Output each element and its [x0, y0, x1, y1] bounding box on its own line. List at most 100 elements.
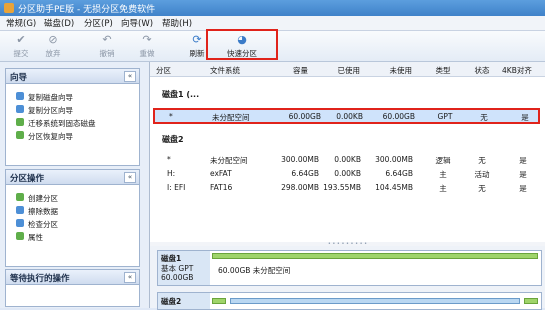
table-header: 分区 文件系统 容量 已使用 未使用 类型 状态 4KB对齐 [150, 62, 545, 77]
col-4k-aligned[interactable]: 4KB对齐 [502, 65, 532, 76]
undo-icon: ↶ [102, 33, 112, 46]
table-row[interactable]: I: EFI FAT16 298.00MB 193.55MB 104.45MB … [150, 181, 545, 194]
sidebar-item-label: 检查分区 [28, 220, 58, 229]
menu-partition[interactable]: 分区(P) [84, 17, 113, 29]
check-partition-icon [16, 219, 24, 227]
sidebar-item-copy-partition[interactable]: 复制分区向导 [6, 103, 139, 116]
col-used[interactable]: 已使用 [328, 65, 361, 76]
discard-button[interactable]: ⊘ 放弃 [38, 31, 68, 61]
col-type[interactable]: 类型 [431, 65, 455, 76]
cell-partition: H: [167, 169, 176, 178]
create-partition-icon [16, 193, 24, 201]
disk2-segment [230, 298, 520, 304]
unallocated-strip [212, 253, 538, 259]
sidebar-item-properties[interactable]: 属性 [6, 230, 139, 243]
migrate-os-icon [16, 118, 24, 126]
table-row[interactable]: * 未分配空间 60.00GB 0.00KB 60.00GB GPT 无 是 [153, 108, 540, 124]
col-partition[interactable]: 分区 [156, 65, 171, 76]
cell-capacity: 300.00MB [281, 155, 319, 164]
redo-button[interactable]: ↷ 重做 [132, 31, 162, 61]
cell-unused: 60.00GB [382, 112, 415, 121]
partition-ops-panel-title: 分区操作 [10, 174, 45, 184]
disk2-map[interactable]: 磁盘2 [157, 292, 542, 310]
disk2-title[interactable]: 磁盘2 [162, 134, 184, 145]
sidebar-item-label: 复制磁盘向导 [28, 93, 73, 102]
col-capacity[interactable]: 容量 [278, 65, 308, 76]
commit-icon: ✔ [16, 33, 26, 46]
disk1-map-size: 60.00GB [161, 273, 194, 282]
commit-label: 提交 [13, 49, 29, 58]
copy-partition-icon [16, 105, 24, 113]
window-title: 分区助手PE版 - 无损分区免费软件 [18, 5, 156, 15]
sidebar-item-label: 复制分区向导 [28, 106, 73, 115]
disk1-partition-bar[interactable]: 60.00GB 未分配空间 [212, 253, 538, 283]
quick-partition-highlight [206, 29, 278, 60]
sidebar-item-partition-recovery[interactable]: 分区恢复向导 [6, 129, 139, 142]
discard-label: 放弃 [45, 49, 61, 58]
table-row[interactable]: * 未分配空间 300.00MB 0.00KB 300.00MB 逻辑 无 是 [150, 153, 545, 166]
pending-ops-panel: 等待执行的操作 « [5, 269, 140, 307]
cell-status: 无 [478, 184, 486, 193]
cell-type: 主 [439, 170, 447, 179]
cell-partition: * [169, 112, 173, 121]
sidebar-item-label: 创建分区 [28, 194, 58, 203]
cell-filesystem: 未分配空间 [210, 156, 248, 165]
cell-status: 无 [478, 156, 486, 165]
sidebar-item-copy-disk[interactable]: 复制磁盘向导 [6, 90, 139, 103]
cell-filesystem: exFAT [210, 169, 232, 178]
disk2-partition-bar[interactable] [212, 295, 538, 307]
menu-general[interactable]: 常规(G) [6, 17, 36, 29]
cell-used: 0.00KB [334, 169, 361, 178]
col-filesystem[interactable]: 文件系统 [210, 65, 240, 76]
menu-help[interactable]: 帮助(H) [162, 17, 192, 29]
disk2-segment [212, 298, 226, 304]
partition-ops-panel-header[interactable]: 分区操作 « [6, 170, 139, 185]
cell-4k-aligned: 是 [521, 113, 529, 122]
col-unused[interactable]: 未使用 [378, 65, 413, 76]
cell-capacity: 298.00MB [281, 183, 319, 192]
undo-label: 撤销 [99, 49, 115, 58]
disk2-segment [524, 298, 538, 304]
disk1-map[interactable]: 磁盘1 基本 GPT 60.00GB 60.00GB 未分配空间 [157, 250, 542, 286]
collapse-icon[interactable]: « [124, 272, 136, 283]
col-status[interactable]: 状态 [470, 65, 494, 76]
sidebar-item-label: 分区恢复向导 [28, 132, 73, 141]
pending-ops-panel-header[interactable]: 等待执行的操作 « [6, 270, 139, 285]
cell-4k-aligned: 是 [519, 170, 527, 179]
wizard-panel: 向导 « 复制磁盘向导 复制分区向导 迁移系统到固态磁盘 分区恢复向导 [5, 68, 140, 166]
disk1-partition-label: 60.00GB 未分配空间 [218, 266, 291, 275]
sidebar-item-check-partition[interactable]: 检查分区 [6, 217, 139, 230]
table-row[interactable]: H: exFAT 6.64GB 0.00KB 6.64GB 主 活动 是 [150, 167, 545, 180]
app-icon [4, 3, 14, 13]
sidebar-item-migrate-os[interactable]: 迁移系统到固态磁盘 [6, 116, 139, 129]
copy-disk-icon [16, 92, 24, 100]
disk2-map-name: 磁盘2 [161, 297, 182, 306]
partition-recovery-icon [16, 131, 24, 139]
cell-filesystem: 未分配空间 [212, 113, 250, 122]
disk-map-area: 磁盘1 基本 GPT 60.00GB 60.00GB 未分配空间 磁盘2 [150, 246, 545, 310]
commit-button[interactable]: ✔ 提交 [6, 31, 36, 61]
sidebar: 向导 « 复制磁盘向导 复制分区向导 迁移系统到固态磁盘 分区恢复向导 分区操作… [0, 62, 150, 308]
disk1-title[interactable]: 磁盘1 (... [162, 89, 199, 100]
disk2-info: 磁盘2 [158, 293, 210, 309]
wizard-panel-title: 向导 [10, 73, 28, 83]
cell-capacity: 6.64GB [291, 169, 319, 178]
wipe-data-icon [16, 206, 24, 214]
undo-button[interactable]: ↶ 撤销 [92, 31, 122, 61]
partition-ops-panel: 分区操作 « 创建分区 擦除数据 检查分区 属性 [5, 169, 140, 267]
title-bar: 分区助手PE版 - 无损分区免费软件 [0, 0, 545, 16]
cell-unused: 104.45MB [375, 183, 413, 192]
cell-status: 无 [480, 113, 488, 122]
cell-type: GPT [437, 112, 453, 121]
disk1-info: 磁盘1 基本 GPT 60.00GB [158, 251, 210, 285]
sidebar-item-create-partition[interactable]: 创建分区 [6, 191, 139, 204]
cell-used: 0.00KB [334, 155, 361, 164]
collapse-icon[interactable]: « [124, 71, 136, 82]
cell-4k-aligned: 是 [519, 184, 527, 193]
collapse-icon[interactable]: « [124, 172, 136, 183]
sidebar-item-wipe-data[interactable]: 擦除数据 [6, 204, 139, 217]
cell-partition: * [167, 155, 171, 164]
menu-wizard[interactable]: 向导(W) [121, 17, 153, 29]
menu-disk[interactable]: 磁盘(D) [44, 17, 74, 29]
wizard-panel-header[interactable]: 向导 « [6, 69, 139, 84]
